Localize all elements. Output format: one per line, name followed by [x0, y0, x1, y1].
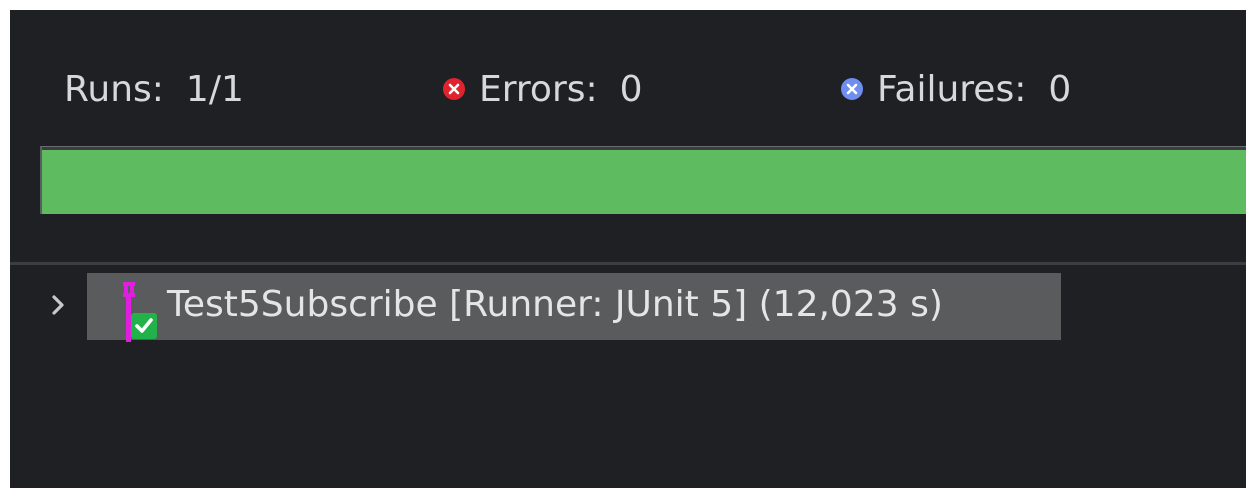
divider — [10, 262, 1246, 265]
failures-counter: Failures: 0 — [841, 64, 1071, 114]
failures-value: 0 — [1048, 68, 1072, 110]
progress-bar-fill — [42, 150, 1246, 214]
runs-value: 1/1 — [185, 68, 244, 110]
errors-label: Errors: — [479, 68, 598, 110]
progress-bar — [40, 146, 1246, 214]
test-suite-label: Test5Subscribe [Runner: JUnit 5] (12,023… — [167, 284, 943, 325]
tree-item[interactable]: Test5Subscribe [Runner: JUnit 5] (12,023… — [10, 270, 1246, 344]
junit-view-frame: Runs: 1/1 Errors: 0 Failures: 0 Test5Sub… — [0, 0, 1246, 488]
error-icon — [443, 78, 465, 100]
junit-panel: Runs: 1/1 Errors: 0 Failures: 0 Test5Sub… — [10, 10, 1246, 488]
failure-icon — [841, 78, 863, 100]
errors-value: 0 — [619, 68, 643, 110]
chevron-right-icon[interactable] — [48, 290, 68, 320]
runs-counter: Runs: 1/1 — [64, 64, 244, 114]
test-suite-passed-icon — [107, 270, 157, 344]
failures-label: Failures: — [877, 68, 1027, 110]
counters-bar: Runs: 1/1 Errors: 0 Failures: 0 — [10, 64, 1246, 114]
runs-label: Runs: — [64, 68, 164, 110]
errors-counter: Errors: 0 — [443, 64, 643, 114]
